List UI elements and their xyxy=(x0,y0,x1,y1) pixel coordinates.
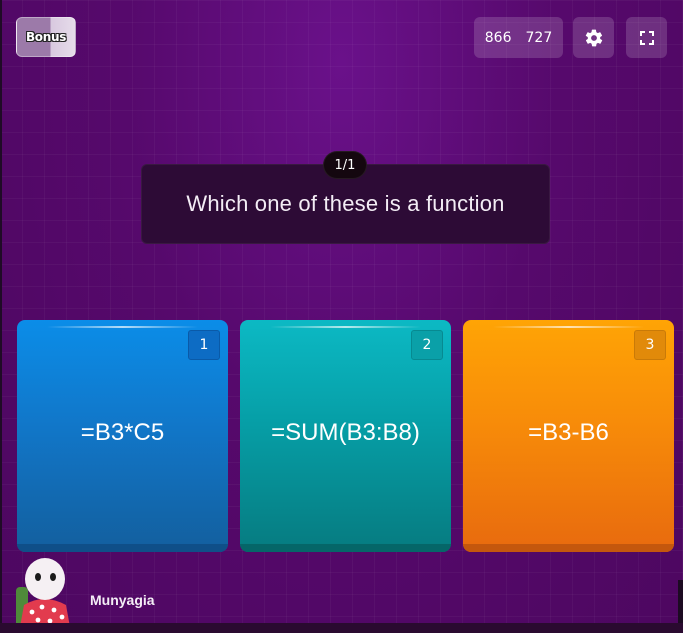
card-gloss xyxy=(47,326,198,328)
option-number-badge: 3 xyxy=(634,330,666,360)
option-label: =SUM(B3:B8) xyxy=(271,419,420,446)
player-avatar-icon xyxy=(14,557,74,627)
score-left: 866 xyxy=(484,29,512,46)
left-edge xyxy=(0,0,2,633)
bonus-label: Bonus xyxy=(25,30,67,44)
score-right: 727 xyxy=(525,29,553,46)
answer-option-3[interactable]: 3 =B3-B6 xyxy=(463,320,674,552)
question-text: Which one of these is a function xyxy=(186,191,505,216)
settings-button[interactable] xyxy=(573,17,614,58)
card-gloss xyxy=(270,326,421,328)
bottom-strip xyxy=(0,623,683,633)
question-counter: 1/1 xyxy=(323,151,367,179)
fullscreen-button[interactable] xyxy=(626,17,667,58)
card-shade xyxy=(463,544,674,552)
option-label: =B3*C5 xyxy=(80,419,165,446)
fullscreen-icon xyxy=(639,30,654,45)
card-gloss xyxy=(493,326,644,328)
gear-icon xyxy=(585,29,602,46)
answer-option-1[interactable]: 1 =B3*C5 xyxy=(17,320,228,552)
right-edge xyxy=(678,580,683,623)
answer-option-2[interactable]: 2 =SUM(B3:B8) xyxy=(240,320,451,552)
card-shade xyxy=(240,544,451,552)
card-shade xyxy=(17,544,228,552)
bonus-button[interactable]: Bonus xyxy=(16,17,76,57)
option-label: =B3-B6 xyxy=(528,419,609,446)
game-stage: Bonus 866 727 Which one of these is a fu… xyxy=(0,0,683,633)
player-name: Munyagia xyxy=(90,592,155,608)
option-number-badge: 1 xyxy=(188,330,220,360)
option-number-badge: 2 xyxy=(411,330,443,360)
score-display: 866 727 xyxy=(474,17,563,58)
